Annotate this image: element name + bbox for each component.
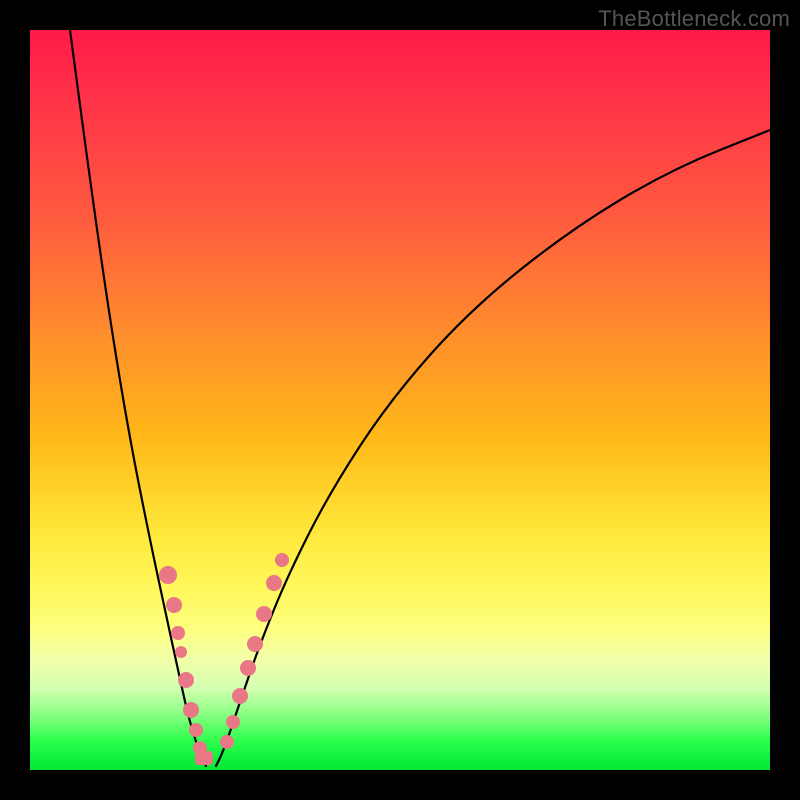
marker-right <box>266 575 282 591</box>
marker-left <box>189 723 203 737</box>
marker-trough <box>195 751 213 765</box>
plot-area <box>30 30 770 770</box>
marker-left <box>175 646 187 658</box>
marker-right <box>240 660 256 676</box>
marker-left <box>178 672 194 688</box>
chart-svg <box>30 30 770 770</box>
marker-left <box>166 597 182 613</box>
marker-right <box>256 606 272 622</box>
marker-left <box>159 566 177 584</box>
marker-right <box>275 553 289 567</box>
curve-right-branch <box>216 130 770 766</box>
marker-right <box>220 735 234 749</box>
marker-group <box>159 553 289 765</box>
marker-right <box>226 715 240 729</box>
marker-right <box>232 688 248 704</box>
outer-frame: TheBottleneck.com <box>0 0 800 800</box>
attribution-label: TheBottleneck.com <box>598 6 790 32</box>
marker-right <box>247 636 263 652</box>
marker-left <box>183 702 199 718</box>
marker-left <box>171 626 185 640</box>
curve-group <box>70 30 770 766</box>
